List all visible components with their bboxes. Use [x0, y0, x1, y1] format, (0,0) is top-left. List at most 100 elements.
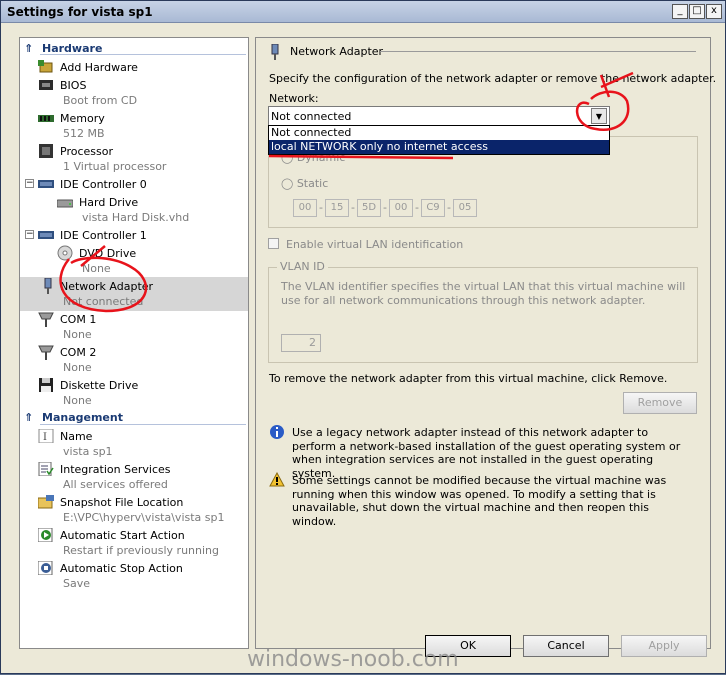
cancel-button[interactable]: Cancel [523, 635, 609, 657]
mac-octet[interactable]: 5D [357, 199, 381, 217]
mac-octet[interactable]: 05 [453, 199, 477, 217]
vlan-id-input[interactable]: 2 [281, 334, 321, 352]
com-port-icon [38, 344, 54, 360]
mac-static-radio[interactable]: ◯ Static [281, 177, 328, 190]
sidebar-item-diskette-drive[interactable]: Diskette Drive None [20, 376, 248, 410]
dialog-body: ⇑ Hardware Add Hardware BIOS Boot from C… [1, 23, 725, 673]
auto-start-icon [37, 527, 54, 543]
sidebar-item-sub: Restart if previously running [63, 544, 219, 557]
panel-description: Specify the configuration of the network… [269, 72, 717, 85]
sidebar-item-name[interactable]: I Name vista sp1 [20, 427, 248, 461]
sidebar-item-label: COM 2 [60, 346, 97, 359]
network-adapter-panel: Network Adapter Specify the configuratio… [255, 37, 716, 649]
network-select-value: Not connected [271, 110, 352, 123]
sidebar-item-hard-drive[interactable]: Hard Drive vista Hard Disk.vhd [20, 193, 248, 227]
warning-icon [269, 471, 285, 491]
minimize-button[interactable]: _ [672, 4, 688, 19]
sidebar-item-label: Memory [60, 112, 105, 125]
integration-services-icon [38, 461, 54, 477]
sidebar-item-auto-stop[interactable]: Automatic Stop Action Save [20, 559, 248, 593]
snapshot-folder-icon [37, 495, 54, 509]
legacy-adapter-info: Use a legacy network adapter instead of … [292, 426, 681, 480]
running-vm-warning: Some settings cannot be modified because… [292, 474, 667, 528]
settings-window: Settings for vista sp1 _ □ x ⇑ Hardware … [0, 0, 726, 674]
sidebar-item-ide-controller-1[interactable]: − IDE Controller 1 [20, 226, 248, 244]
sidebar-item-dvd-drive[interactable]: DVD Drive None [20, 244, 248, 278]
dvd-drive-icon [57, 245, 73, 261]
sidebar-item-add-hardware[interactable]: Add Hardware [20, 58, 248, 76]
svg-text:I: I [43, 432, 47, 443]
network-label: Network: [269, 92, 319, 105]
ide-controller-icon [38, 177, 54, 191]
sidebar-item-label: DVD Drive [79, 247, 137, 260]
sidebar-item-network-adapter[interactable]: Network Adapter Not connected [20, 277, 248, 311]
remove-button[interactable]: Remove [623, 392, 697, 414]
sidebar-item-label: Automatic Stop Action [60, 562, 183, 575]
window-title: Settings for vista sp1 [7, 5, 153, 19]
sidebar-item-label: BIOS [60, 79, 87, 92]
sidebar-item-sub: Not connected [63, 295, 144, 308]
sidebar-item-label: IDE Controller 0 [60, 178, 147, 191]
sidebar-item-label: COM 1 [60, 313, 97, 326]
hardware-section-header[interactable]: ⇑ Hardware [20, 40, 248, 58]
sidebar-item-label: Automatic Start Action [60, 529, 185, 542]
sidebar-item-label: Integration Services [60, 463, 171, 476]
mac-static-label: Static [296, 177, 329, 190]
network-dropdown-list[interactable]: Not connected local NETWORK only no inte… [268, 125, 610, 155]
sidebar-item-integration-services[interactable]: Integration Services All services offere… [20, 460, 248, 494]
sidebar-item-auto-start[interactable]: Automatic Start Action Restart if previo… [20, 526, 248, 560]
sidebar-item-sub: All services offered [63, 478, 168, 491]
processor-icon [38, 144, 54, 158]
auto-stop-icon [37, 560, 54, 576]
network-adapter-header-icon [270, 43, 280, 63]
mac-octet[interactable]: C9 [421, 199, 445, 217]
sidebar-item-bios[interactable]: BIOS Boot from CD [20, 76, 248, 110]
vlan-checkbox[interactable] [268, 238, 279, 249]
sidebar-item-label: Hard Drive [79, 196, 139, 209]
sidebar-item-label: Network Adapter [60, 280, 154, 293]
sidebar-item-com-1[interactable]: COM 1 None [20, 310, 248, 344]
sidebar-item-sub: vista sp1 [63, 445, 113, 458]
sidebar-item-label: IDE Controller 1 [60, 229, 147, 242]
tree-collapse-icon[interactable]: − [25, 179, 34, 188]
vlan-checkbox-label: Enable virtual LAN identification [286, 238, 464, 251]
sidebar-item-sub: 512 MB [63, 127, 105, 140]
mac-octet[interactable]: 00 [389, 199, 413, 217]
name-text-icon: I [38, 428, 54, 444]
mac-octet[interactable]: 00 [293, 199, 317, 217]
sidebar-item-label: Processor [60, 145, 113, 158]
sidebar-item-memory[interactable]: Memory 512 MB [20, 109, 248, 143]
mac-address-field[interactable]: 00 - 15 - 5D - 00 - C9 - 05 [293, 199, 483, 217]
maximize-button[interactable]: □ [689, 4, 705, 19]
panel-title: Network Adapter [290, 45, 384, 58]
sidebar-item-label: Name [60, 430, 93, 443]
sidebar-item-sub: None [63, 394, 92, 407]
close-button[interactable]: x [706, 4, 722, 19]
sidebar-item-sub: None [82, 262, 111, 275]
add-hardware-icon [38, 60, 54, 74]
sidebar-item-label: Add Hardware [60, 61, 138, 74]
sidebar-item-sub: 1 Virtual processor [63, 160, 167, 173]
apply-button[interactable]: Apply [621, 635, 707, 657]
vlan-description: The VLAN identifier specifies the virtua… [281, 280, 686, 307]
title-bar: Settings for vista sp1 _ □ x [1, 1, 725, 23]
sidebar-item-ide-controller-0[interactable]: − IDE Controller 0 [20, 175, 248, 193]
sidebar-item-processor[interactable]: Processor 1 Virtual processor [20, 142, 248, 176]
sidebar-item-sub: E:\VPC\hyperv\vista\vista sp1 [63, 511, 225, 524]
collapse-icon[interactable]: ⇑ [24, 42, 33, 55]
network-select[interactable]: Not connected ▼ [268, 106, 610, 126]
dropdown-option-not-connected[interactable]: Not connected [269, 126, 609, 140]
sidebar-item-snapshot-location[interactable]: Snapshot File Location E:\VPC\hyperv\vis… [20, 493, 248, 527]
info-icon [269, 424, 285, 443]
mac-octet[interactable]: 15 [325, 199, 349, 217]
vlan-id-group: VLAN ID The VLAN identifier specifies th… [268, 260, 698, 363]
sidebar-item-sub: Boot from CD [63, 94, 138, 107]
watermark: windows-noob.com [247, 647, 459, 672]
chevron-down-icon[interactable]: ▼ [591, 108, 607, 124]
tree-collapse-icon[interactable]: − [25, 230, 34, 239]
hard-drive-icon [56, 196, 74, 210]
sidebar-item-sub: None [63, 361, 92, 374]
collapse-icon[interactable]: ⇑ [24, 411, 33, 424]
dropdown-option-local-network[interactable]: local NETWORK only no internet access [269, 140, 609, 154]
sidebar-item-com-2[interactable]: COM 2 None [20, 343, 248, 377]
